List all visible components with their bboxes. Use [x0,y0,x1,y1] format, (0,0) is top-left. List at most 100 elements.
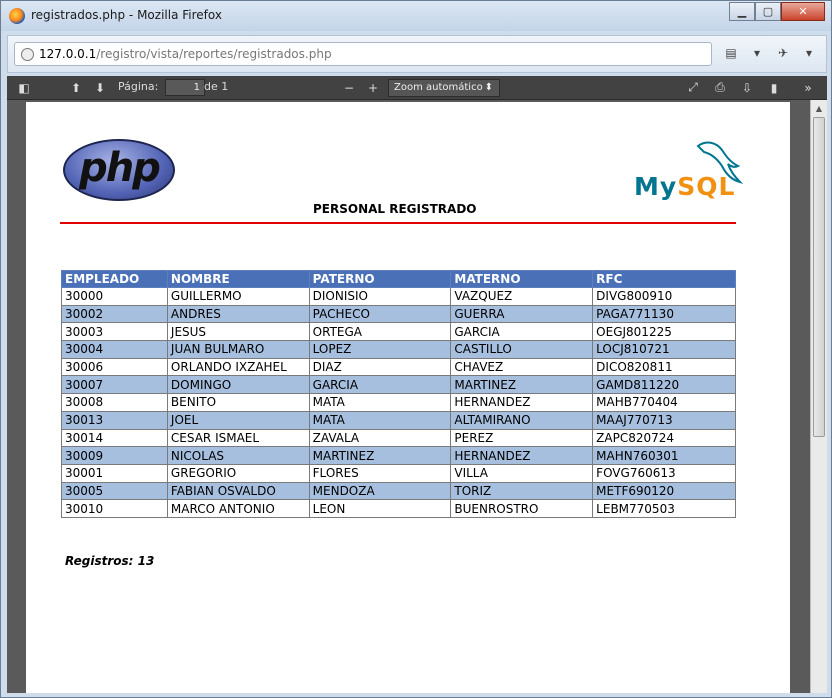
table-cell: MAHN760301 [592,446,736,465]
table-row: 30014 CESAR ISMAEL ZAVALA PEREZ ZAPC820724 [61,428,736,448]
table-cell: METF690120 [592,481,736,501]
scroll-up-arrow-icon[interactable]: ▲ [811,100,827,116]
table-cell: MAAJ770713 [592,410,736,430]
bookmark-icon[interactable]: ▮ [765,79,783,96]
table-cell: FLORES [308,463,452,483]
table-cell: ANDRES [166,304,310,324]
menu-dropdown-icon[interactable]: ▾ [800,43,818,63]
report-title: PERSONAL REGISTRADO [313,202,477,216]
table-cell: 30001 [61,463,168,483]
table-cell: JUAN BULMARO [166,340,310,359]
table-cell: 30014 [61,428,168,448]
table-cell: DIONISIO [308,287,452,306]
table-cell: 30003 [61,322,168,342]
table-cell: MATA [308,410,452,430]
previous-page-icon[interactable]: ⬆ [67,79,85,96]
table-row: 30010 MARCO ANTONIO LEON BUENROSTRO LEBM7705… [61,499,736,518]
site-identity-icon[interactable] [21,48,34,61]
table-cell: GARCIA [308,375,452,395]
table-cell: MARTINEZ [450,375,594,395]
table-cell: ZAPC820724 [592,428,736,448]
table-cell: MARTINEZ [308,446,452,465]
table-cell: GUILLERMO [166,287,310,306]
table-cell: GUERRA [450,304,594,324]
table-cell: OEGJ801225 [592,322,736,342]
table-cell: PAGA771130 [592,304,736,324]
table-cell: 30000 [61,287,168,306]
column-header: RFC [592,270,736,288]
table-cell: ORLANDO IXZAHEL [166,357,310,377]
firefox-icon [9,8,25,24]
maximize-button[interactable]: ▢ [755,2,781,21]
bookmarks-dropdown-icon[interactable]: ▾ [748,43,766,63]
table-cell: GREGORIO [166,463,310,483]
table-header-row: EMPLEADO NOMBRE PATERNO MATERNO RFC [61,270,736,288]
table-row: 30007 DOMINGO GARCIA MARTINEZ GAMD811220 [61,375,736,395]
next-page-icon[interactable]: ⬇ [91,79,109,96]
address-bar[interactable]: 127.0.0.1/registro/vista/reportes/regist… [14,42,712,66]
scrollbar-thumb[interactable] [813,117,825,437]
table-cell: 30008 [61,393,168,412]
bookmarks-icon[interactable]: ▤ [722,43,740,63]
table-cell: CHAVEZ [450,357,594,377]
table-cell: HERNANDEZ [450,446,594,465]
table-row: 30004 JUAN BULMARO LOPEZ CASTILLO LOCJ810721 [61,340,736,359]
table-cell: ZAVALA [308,428,452,448]
page-count: de 1 [204,80,229,93]
pdf-viewer: php MySQL PERSONAL REGISTRADO EMPLEADO NO… [7,100,827,693]
minimize-button[interactable]: ▁ [729,2,755,21]
zoom-select[interactable]: Zoom automático ⬍ [388,79,500,97]
table-cell: ORTEGA [308,322,452,342]
table-row: 30005 FABIAN OSVALDO MENDOZA TORIZ METF69012… [61,481,736,501]
table-cell: NICOLAS [166,446,310,465]
table-cell: VAZQUEZ [450,287,594,306]
table-row: 30006 ORLANDO IXZAHEL DIAZ CHAVEZ DICO820811 [61,357,736,377]
php-logo: php [63,139,175,201]
table-cell: 30009 [61,446,168,465]
close-button[interactable]: ✕ [781,2,825,21]
navigation-bar: 127.0.0.1/registro/vista/reportes/regist… [7,35,827,73]
table-cell: 30006 [61,357,168,377]
zoom-out-button[interactable]: − [340,79,358,96]
browser-window: registrados.php - Mozilla Firefox ▁ ▢ ✕ … [0,0,832,698]
title-bar: registrados.php - Mozilla Firefox ▁ ▢ ✕ [1,1,831,31]
table-cell: MENDOZA [308,481,452,501]
mysql-logo: MySQL [634,140,752,204]
table-cell: ALTAMIRANO [450,410,594,430]
title-divider [60,222,736,224]
fullscreen-icon[interactable]: ⤢ [684,79,702,96]
table-cell: 30010 [61,499,168,518]
zoom-in-button[interactable]: + [364,79,382,96]
table-cell: CESAR ISMAEL [166,428,310,448]
addon-icon[interactable]: ✈ [774,43,792,63]
zoom-value: Zoom automático [394,82,483,93]
table-cell: LOPEZ [308,340,452,359]
page-label: Página: [118,80,159,93]
pdf-page: php MySQL PERSONAL REGISTRADO EMPLEADO NO… [26,102,790,693]
table-cell: PEREZ [450,428,594,448]
table-row: 30000 GUILLERMO DIONISIO VAZQUEZ DIVG800910 [61,287,736,306]
table-cell: DIVG800910 [592,287,736,306]
table-cell: FOVG760613 [592,463,736,483]
url-path: /registro/vista/reportes/registrados.php [96,47,332,61]
column-header: PATERNO [308,270,452,288]
table-cell: GAMD811220 [592,375,736,395]
vertical-scrollbar[interactable]: ▲ [810,100,827,693]
mysql-logo-text: MySQL [634,172,736,201]
table-cell: 30002 [61,304,168,324]
table-cell: JESUS [166,322,310,342]
url-text: 127.0.0.1/registro/vista/reportes/regist… [39,47,332,61]
sidebar-toggle-icon[interactable]: ◧ [15,79,33,96]
table-cell: 30005 [61,481,168,501]
column-header: NOMBRE [166,270,310,288]
page-number-input[interactable]: 1 [165,79,205,96]
table-cell: BUENROSTRO [450,499,594,518]
print-icon[interactable]: ⎙ [711,79,729,96]
download-icon[interactable]: ⇩ [738,79,756,96]
column-header: EMPLEADO [61,270,168,288]
window-title: registrados.php - Mozilla Firefox [31,8,222,22]
table-cell: HERNANDEZ [450,393,594,412]
tools-menu-icon[interactable]: » [799,79,817,96]
table-cell: 30007 [61,375,168,395]
pdf-toolbar: ◧ ⬆ ⬇ Página: 1 de 1 − + Zoom automático… [7,76,827,100]
